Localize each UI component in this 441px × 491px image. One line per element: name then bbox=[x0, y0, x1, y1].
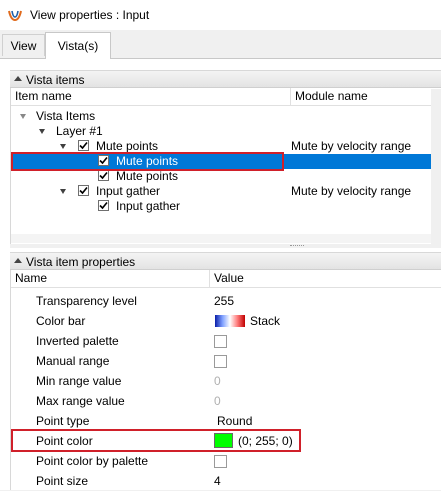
property-row-manual-range[interactable]: Manual range bbox=[11, 351, 441, 371]
property-name: Point size bbox=[36, 474, 89, 488]
tree-item-label: Input gather bbox=[96, 184, 161, 198]
expand-arrow-icon[interactable] bbox=[60, 144, 66, 149]
property-row-point-type[interactable]: Point type Round bbox=[11, 411, 441, 431]
horizontal-scrollbar[interactable] bbox=[11, 234, 441, 243]
tab-vistas-label: Vista(s) bbox=[57, 39, 99, 53]
tab-vistas[interactable]: Vista(s) bbox=[45, 32, 111, 59]
inverted-palette-checkbox[interactable] bbox=[214, 335, 227, 348]
panel-splitter[interactable] bbox=[10, 244, 441, 248]
property-value[interactable]: 255 bbox=[214, 291, 234, 311]
highlight-box-point-color bbox=[11, 429, 301, 452]
checkbox[interactable] bbox=[98, 170, 109, 181]
color-bar-swatch[interactable] bbox=[215, 315, 245, 327]
column-name-label: Name bbox=[15, 271, 48, 285]
property-name: Manual range bbox=[36, 354, 110, 368]
collapse-icon[interactable] bbox=[14, 76, 22, 81]
tab-view-label: View bbox=[10, 38, 37, 53]
tree-item-input-gather[interactable]: Input gather Mute by velocity range bbox=[11, 184, 441, 199]
expand-arrow-icon[interactable] bbox=[39, 129, 45, 134]
vista-item-properties-header[interactable]: Vista item properties bbox=[10, 252, 441, 270]
tree-item-label: Layer #1 bbox=[56, 124, 103, 138]
splitter-grip-icon bbox=[290, 245, 304, 247]
column-module-name[interactable]: Module name bbox=[291, 88, 441, 106]
tree-item-label: Mute points bbox=[116, 169, 179, 183]
property-row-inverted-palette[interactable]: Inverted palette bbox=[11, 331, 441, 351]
highlight-box-selected-item bbox=[11, 152, 284, 171]
property-row-point-color-by-palette[interactable]: Point color by palette bbox=[11, 451, 441, 471]
property-name: Inverted palette bbox=[36, 334, 119, 348]
property-value[interactable]: Round bbox=[217, 411, 252, 431]
collapse-icon[interactable] bbox=[14, 258, 22, 263]
property-row-max-range[interactable]: Max range value 0 bbox=[11, 391, 441, 411]
property-name: Min range value bbox=[36, 374, 122, 388]
column-value-label: Value bbox=[214, 271, 244, 285]
column-item-name-label: Item name bbox=[15, 89, 72, 103]
tree-item-input-gather-child[interactable]: Input gather bbox=[11, 199, 441, 214]
vertical-scrollbar[interactable] bbox=[431, 89, 441, 246]
checkmark-icon bbox=[79, 186, 88, 195]
point-color-by-palette-checkbox[interactable] bbox=[214, 455, 227, 468]
column-module-name-label: Module name bbox=[295, 89, 368, 103]
column-item-name[interactable]: Item name bbox=[11, 88, 291, 106]
property-name: Point type bbox=[36, 414, 90, 428]
app-logo-icon bbox=[7, 8, 23, 22]
property-row-point-size[interactable]: Point size 4 bbox=[11, 471, 441, 491]
vista-items-title: Vista items bbox=[26, 73, 85, 87]
expand-arrow-icon[interactable] bbox=[60, 189, 66, 194]
tree-item-module: Mute by velocity range bbox=[291, 139, 412, 153]
property-value[interactable]: 0 bbox=[214, 371, 221, 391]
properties-grid: Name Value Transparency level 255 Color … bbox=[10, 270, 441, 490]
vista-items-header[interactable]: Vista items bbox=[10, 70, 441, 88]
property-value[interactable]: 0 bbox=[214, 391, 221, 411]
column-name[interactable]: Name bbox=[11, 270, 210, 288]
vista-item-properties-title: Vista item properties bbox=[26, 255, 136, 269]
checkmark-icon bbox=[99, 171, 108, 180]
property-name: Transparency level bbox=[36, 294, 137, 308]
tree-item-layer[interactable]: Layer #1 bbox=[11, 124, 441, 139]
tree-item-label: Input gather bbox=[116, 199, 181, 213]
checkmark-icon bbox=[99, 201, 108, 210]
tree-item-module: Mute by velocity range bbox=[291, 184, 412, 198]
column-value[interactable]: Value bbox=[210, 270, 441, 288]
property-name: Point color by palette bbox=[36, 454, 149, 468]
collapsed-arrow-icon[interactable] bbox=[20, 114, 26, 119]
tree-item-label: Vista Items bbox=[36, 109, 96, 123]
property-value[interactable]: Stack bbox=[250, 311, 280, 331]
property-name: Max range value bbox=[36, 394, 125, 408]
property-row-transparency-level[interactable]: Transparency level 255 bbox=[11, 291, 441, 311]
checkmark-icon bbox=[79, 141, 88, 150]
checkbox[interactable] bbox=[78, 185, 89, 196]
property-value[interactable]: 4 bbox=[214, 471, 221, 491]
checkbox[interactable] bbox=[78, 140, 89, 151]
property-name: Color bar bbox=[36, 314, 86, 328]
property-row-color-bar[interactable]: Color bar Stack bbox=[11, 311, 441, 331]
manual-range-checkbox[interactable] bbox=[214, 355, 227, 368]
tree-item-mute-points-child[interactable]: Mute points bbox=[11, 169, 441, 184]
window-title: View properties : Input bbox=[30, 8, 150, 22]
property-row-min-range[interactable]: Min range value 0 bbox=[11, 371, 441, 391]
tab-view[interactable]: View bbox=[2, 34, 45, 56]
tree-item-vista-items[interactable]: Vista Items bbox=[11, 109, 441, 124]
checkbox[interactable] bbox=[98, 200, 109, 211]
